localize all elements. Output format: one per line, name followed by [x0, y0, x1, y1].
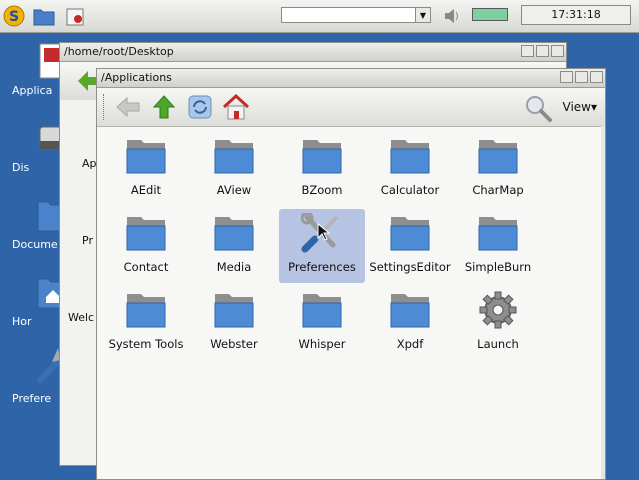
svg-text:S: S — [9, 9, 19, 25]
desktop-icon-label: Prefere — [12, 392, 52, 405]
window-title: /Applications — [101, 71, 172, 84]
folder-icon — [33, 9, 55, 26]
app-item-label: AView — [216, 183, 252, 197]
file-label[interactable]: Ap — [82, 157, 97, 170]
folder-icon — [478, 140, 518, 174]
app-item-simpleburn[interactable]: SimpleBurn — [455, 209, 541, 283]
control-panel-icon — [66, 8, 84, 26]
toolbar-handle[interactable] — [103, 94, 107, 120]
folder-icon — [126, 217, 166, 251]
scrollbar[interactable] — [601, 126, 605, 479]
folder-icon — [390, 217, 430, 251]
app-item-aview[interactable]: AView — [191, 132, 277, 206]
folder-icon — [214, 217, 254, 251]
applications-window[interactable]: /Applications View▾ AEdit AView BZoom Ca… — [96, 68, 606, 480]
start-menu-button[interactable]: S — [2, 4, 26, 28]
magnifier-icon — [526, 96, 552, 122]
window-titlebar[interactable]: /Applications — [97, 69, 605, 88]
app-item-label: Webster — [210, 337, 258, 351]
app-item-preferences[interactable]: Preferences — [279, 209, 365, 283]
file-manager-button[interactable] — [32, 4, 56, 28]
app-item-charmap[interactable]: CharMap — [455, 132, 541, 206]
app-item-aedit[interactable]: AEdit — [103, 132, 189, 206]
desktop-icon-label: Applica — [12, 84, 53, 97]
app-item-whisper[interactable]: Whisper — [279, 286, 365, 360]
app-item-bzoom[interactable]: BZoom — [279, 132, 365, 206]
app-item-label: Calculator — [380, 183, 440, 197]
folder-icon — [390, 294, 430, 328]
desktop-icon-label: Hor — [12, 315, 32, 328]
app-item-label: Launch — [477, 337, 519, 351]
minimize-button[interactable] — [560, 71, 573, 83]
up-button[interactable] — [149, 92, 179, 122]
folder-icon — [126, 294, 166, 328]
search-button[interactable] — [523, 93, 553, 126]
app-item-label: AEdit — [130, 183, 162, 197]
chevron-down-icon[interactable]: ▼ — [415, 8, 430, 22]
mouse-cursor-icon — [317, 223, 331, 241]
home-button[interactable] — [221, 92, 251, 122]
file-label[interactable]: Welc — [68, 311, 94, 324]
app-item-label: Media — [216, 260, 252, 274]
app-item-contact[interactable]: Contact — [103, 209, 189, 283]
app-item-label: Xpdf — [396, 337, 424, 351]
app-item-label: System Tools — [108, 337, 184, 351]
close-button[interactable] — [551, 45, 564, 57]
taskbar: S ▼ 17:31:18 — [0, 0, 639, 33]
search-combo[interactable]: ▼ — [281, 7, 431, 23]
file-label[interactable]: Pr — [82, 234, 93, 247]
app-item-webster[interactable]: Webster — [191, 286, 277, 360]
home-icon — [222, 93, 250, 120]
app-item-label: SimpleBurn — [464, 260, 532, 274]
folder-icon — [478, 217, 518, 251]
battery-indicator[interactable] — [472, 8, 508, 21]
folder-icon — [126, 140, 166, 174]
up-arrow-icon — [152, 95, 176, 119]
back-button[interactable] — [113, 92, 143, 122]
window-title: /home/root/Desktop — [64, 45, 174, 58]
minimize-button[interactable] — [521, 45, 534, 57]
desktop-icon-label: Dis — [12, 161, 30, 174]
desktop-icon-label: Docume — [12, 238, 58, 251]
app-item-label: CharMap — [472, 183, 524, 197]
app-item-label: Whisper — [298, 337, 346, 351]
clock[interactable]: 17:31:18 — [521, 5, 631, 25]
maximize-button[interactable] — [536, 45, 549, 57]
app-item-system-tools[interactable]: System Tools — [103, 286, 189, 360]
app-item-label: BZoom — [301, 183, 343, 197]
folder-icon — [302, 294, 342, 328]
close-button[interactable] — [590, 71, 603, 83]
app-item-calculator[interactable]: Calculator — [367, 132, 453, 206]
toolbar: View▾ — [97, 88, 605, 127]
refresh-icon — [188, 95, 212, 119]
maximize-button[interactable] — [575, 71, 588, 83]
settings-app-button[interactable] — [63, 4, 87, 28]
app-item-label: SettingsEditor — [369, 260, 451, 274]
start-logo-icon: S — [3, 5, 25, 27]
folder-icon — [390, 140, 430, 174]
app-item-xpdf[interactable]: Xpdf — [367, 286, 453, 360]
app-item-label: Preferences — [288, 260, 356, 274]
window-titlebar[interactable]: /home/root/Desktop — [60, 43, 566, 62]
view-menu-button[interactable]: View▾ — [563, 100, 598, 114]
back-arrow-icon — [116, 96, 140, 118]
folder-icon — [302, 140, 342, 174]
app-item-settingseditor[interactable]: SettingsEditor — [367, 209, 453, 283]
refresh-button[interactable] — [185, 92, 215, 122]
speaker-icon — [445, 9, 458, 23]
volume-button[interactable] — [440, 4, 464, 28]
app-item-launch[interactable]: Launch — [455, 286, 541, 360]
app-item-media[interactable]: Media — [191, 209, 277, 283]
gear-icon — [479, 291, 517, 329]
app-item-label: Contact — [123, 260, 169, 274]
folder-icon — [214, 140, 254, 174]
folder-icon — [214, 294, 254, 328]
